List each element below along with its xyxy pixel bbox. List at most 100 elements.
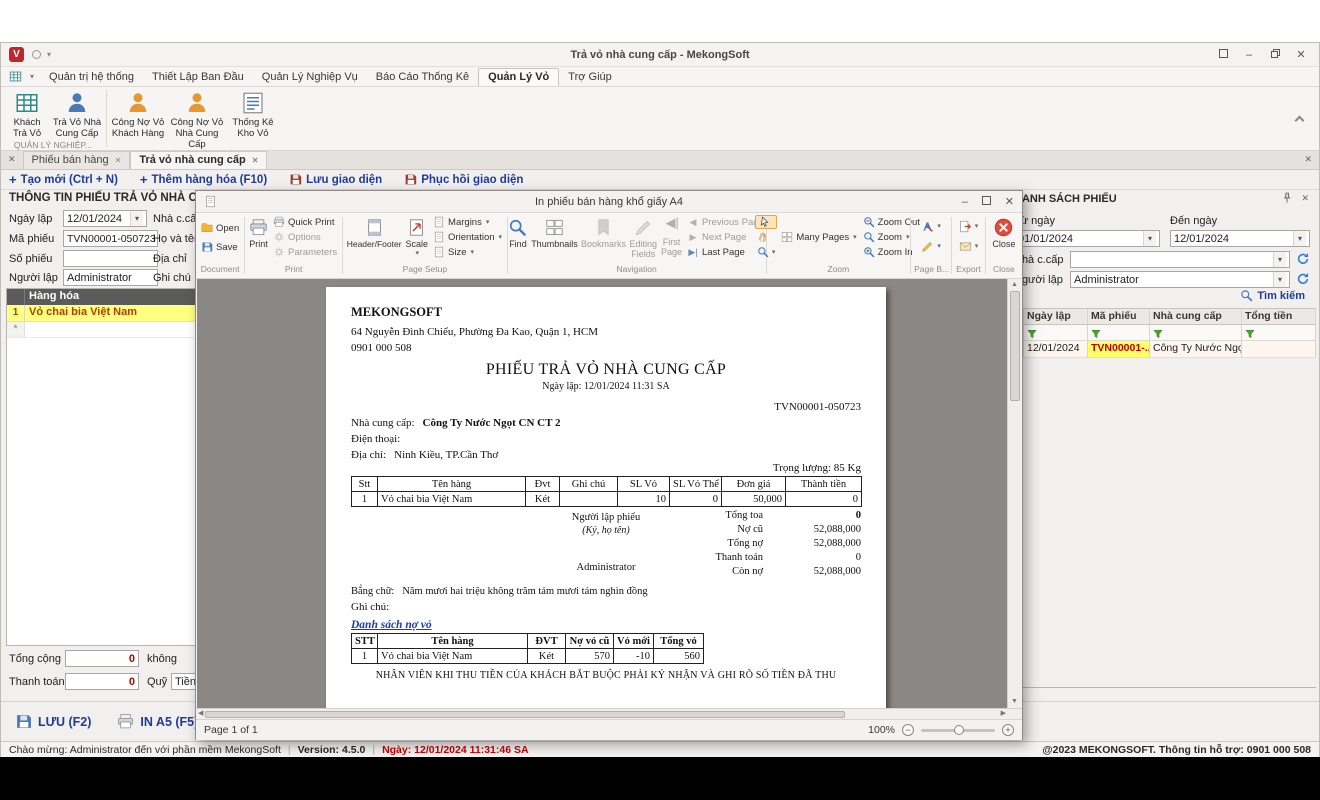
- horizontal-scrollbar[interactable]: ◀ ▶: [196, 708, 1022, 719]
- find-button[interactable]: Find: [507, 215, 528, 249]
- zoom-slider-thumb[interactable]: [954, 725, 964, 735]
- print-a5-button[interactable]: IN A5 (F5): [117, 713, 198, 730]
- create-new-button[interactable]: + Tạo mới (Ctrl + N): [9, 172, 118, 187]
- watermark-button[interactable]: ▾: [919, 219, 943, 233]
- ribbon-button-khach-tra-vo[interactable]: Khách Trả Vỏ: [3, 88, 51, 139]
- scrollbar-thumb[interactable]: [1010, 291, 1020, 401]
- dialog-close-button[interactable]: ✕: [1005, 195, 1014, 208]
- dialog-minimize-button[interactable]: –: [962, 196, 968, 208]
- thanh-toan-field[interactable]: 0: [65, 673, 139, 690]
- restore-layout-button[interactable]: Phục hồi giao diện: [404, 173, 523, 186]
- zoom-slider[interactable]: [921, 729, 995, 732]
- editing-fields-button[interactable]: EditingFields: [628, 215, 658, 259]
- dialog-maximize-button[interactable]: [982, 196, 991, 208]
- margins-button[interactable]: Margins▾: [431, 215, 504, 229]
- tab-phieu-ban-hang[interactable]: Phiếu bán hàng ✕: [23, 151, 131, 169]
- restore-button[interactable]: [1269, 49, 1281, 60]
- page-color-button[interactable]: ▾: [919, 239, 943, 253]
- column-ma-phieu[interactable]: Mã phiếu: [1088, 309, 1150, 324]
- marquee-zoom-button[interactable]: ▾: [755, 245, 778, 259]
- nguoi-lap-field[interactable]: Administrator: [63, 269, 158, 286]
- nha-ccap-field[interactable]: ▾: [1070, 251, 1290, 268]
- close-tab-button[interactable]: ✕: [1, 154, 23, 169]
- ribbon-button-thong-ke-kho-vo[interactable]: Thống Kê Kho Vỏ: [228, 88, 278, 150]
- tab-thiet-lap-ban-dau[interactable]: Thiết Lập Ban Đầu: [143, 69, 253, 86]
- column-tong-tien[interactable]: Tổng tiền: [1242, 309, 1316, 324]
- pointer-tool-button[interactable]: [755, 215, 778, 229]
- send-email-button[interactable]: ▾: [957, 239, 981, 253]
- tu-ngay-field[interactable]: 01/01/2024 ▾: [1014, 230, 1160, 247]
- ma-phieu-field[interactable]: TVN00001-050723: [63, 230, 158, 247]
- preview-area[interactable]: MEKONGSOFT 64 Nguyễn Đình Chiểu, Phường …: [197, 279, 1021, 708]
- column-ngay-lap[interactable]: Ngày lập: [1024, 309, 1088, 324]
- caret-down-icon[interactable]: ▾: [1293, 231, 1306, 246]
- save-document-button[interactable]: Save: [199, 240, 241, 254]
- previous-page-button[interactable]: ◀Previous Page: [685, 215, 766, 229]
- quick-print-button[interactable]: Quick Print: [271, 215, 339, 229]
- tab-bao-cao-thong-ke[interactable]: Báo Cáo Thống Kê: [367, 69, 478, 86]
- close-preview-button[interactable]: Close: [991, 215, 1016, 249]
- so-phieu-field[interactable]: [63, 250, 158, 267]
- app-menu-button[interactable]: ▾: [7, 70, 40, 86]
- voucher-list-grid[interactable]: Ngày lập Mã phiếu Nhà cung cấp Tổng tiền…: [1010, 308, 1316, 358]
- bookmarks-button[interactable]: Bookmarks: [580, 215, 626, 249]
- scale-button[interactable]: Scale▾: [405, 215, 430, 259]
- search-button[interactable]: Tìm kiếm: [1240, 289, 1305, 302]
- zoom-out-icon[interactable]: −: [902, 724, 914, 736]
- ribbon-button-cong-no-vo-nha-cung-cap[interactable]: Công Nợ Vỏ Nhà Cung Cấp: [166, 88, 228, 150]
- open-button[interactable]: Open: [199, 221, 241, 235]
- print-button[interactable]: Print: [248, 215, 269, 249]
- parameters-button[interactable]: Parameters: [271, 245, 339, 259]
- save-layout-button[interactable]: Lưu giao diện: [289, 173, 382, 186]
- header-footer-button[interactable]: Header/Footer: [346, 215, 403, 249]
- close-icon[interactable]: ✕: [252, 156, 259, 165]
- tab-quan-ly-nghiep-vu[interactable]: Quản Lý Nghiệp Vụ: [253, 69, 367, 86]
- caret-down-icon[interactable]: ▾: [1273, 272, 1286, 287]
- ribbon-button-tra-vo-nha-cung-cap[interactable]: Trả Vỏ Nhà Cung Cấp: [51, 88, 103, 139]
- tab-quan-ly-vo[interactable]: Quản Lý Vỏ: [478, 68, 559, 86]
- close-button[interactable]: ✕: [1295, 50, 1307, 60]
- thumbnails-button[interactable]: Thumbnails: [530, 215, 578, 249]
- filter-row[interactable]: [1010, 325, 1316, 341]
- zoom-in-button[interactable]: Zoom In: [861, 245, 922, 259]
- refresh-icon[interactable]: [1296, 252, 1310, 266]
- ribbon-collapse-icon[interactable]: [1295, 116, 1305, 126]
- tab-tra-vo-nha-cung-cap[interactable]: Trả vỏ nhà cung cấp ✕: [130, 151, 267, 169]
- vertical-scrollbar[interactable]: ▲ ▼: [1007, 279, 1021, 708]
- voucher-row[interactable]: ▸ 12/01/2024 TVN00001-... Công Ty Nước N…: [1010, 341, 1316, 358]
- close-tab-button-right[interactable]: ✕: [1297, 154, 1319, 169]
- pin-icon[interactable]: [1281, 192, 1293, 204]
- caret-down-icon[interactable]: ▾: [1143, 231, 1156, 246]
- many-pages-button[interactable]: Many Pages▾: [779, 230, 858, 244]
- nguoi-lap-filter-field[interactable]: Administrator ▾: [1070, 271, 1290, 288]
- minimize-button[interactable]: –: [1243, 50, 1255, 60]
- export-document-button[interactable]: ▾: [957, 219, 981, 233]
- add-item-button[interactable]: + Thêm hàng hóa (F10): [140, 172, 267, 187]
- last-page-button[interactable]: ▶|Last Page: [685, 245, 766, 259]
- ngay-lap-field[interactable]: 12/01/2024 ▾: [63, 210, 147, 227]
- save-voucher-button[interactable]: LƯU (F2): [15, 713, 91, 730]
- scrollbar-thumb[interactable]: [205, 711, 845, 718]
- tab-tro-giup[interactable]: Trợ Giúp: [559, 69, 620, 86]
- tong-cong-field[interactable]: 0: [65, 650, 139, 667]
- refresh-icon[interactable]: [1296, 272, 1310, 286]
- zoom-in-icon[interactable]: +: [1002, 724, 1014, 736]
- orientation-button[interactable]: Orientation▾: [431, 230, 504, 244]
- scroll-up-icon[interactable]: ▲: [1011, 279, 1018, 291]
- column-nha-cung-cap[interactable]: Nhà cung cấp: [1150, 309, 1242, 324]
- zoom-out-button[interactable]: Zoom Out: [861, 215, 922, 229]
- first-page-button[interactable]: ◀|FirstPage: [660, 215, 683, 257]
- close-icon[interactable]: ✕: [115, 156, 122, 165]
- next-page-button[interactable]: ▶Next Page: [685, 230, 766, 244]
- hand-tool-button[interactable]: [755, 230, 778, 244]
- ribbon-button-cong-no-vo-khach-hang[interactable]: Công Nợ Vỏ Khách Hàng: [110, 88, 166, 150]
- caret-down-icon[interactable]: ▾: [130, 211, 143, 226]
- size-button[interactable]: Size▾: [431, 245, 504, 259]
- fullscreen-button[interactable]: [1217, 49, 1229, 60]
- panel-close-icon[interactable]: ✕: [1301, 193, 1309, 204]
- tab-quan-tri-he-thong[interactable]: Quản trị hệ thống: [40, 69, 143, 86]
- scroll-down-icon[interactable]: ▼: [1011, 696, 1018, 708]
- options-button[interactable]: Options: [271, 230, 339, 244]
- zoom-button[interactable]: Zoom▾: [861, 230, 922, 244]
- caret-down-icon[interactable]: ▾: [1273, 252, 1286, 267]
